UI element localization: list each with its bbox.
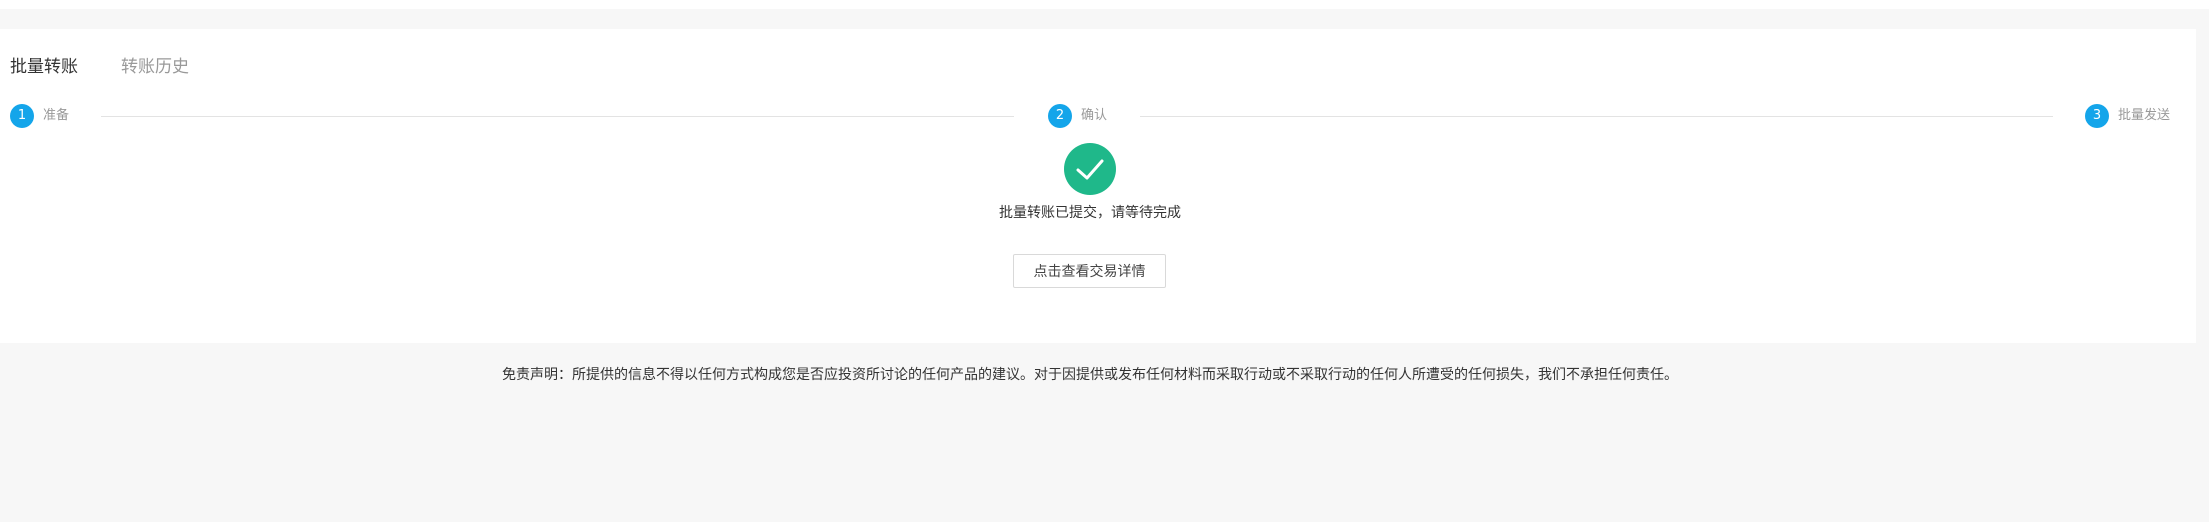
top-strip	[0, 0, 2209, 9]
success-message: 批量转账已提交，请等待完成	[999, 205, 1181, 221]
step-connector-2	[1140, 116, 2053, 117]
step-1-number: 1	[10, 104, 34, 128]
step-2-number: 2	[1048, 104, 1072, 128]
step-connector-1	[101, 116, 1014, 117]
step-1-label: 准备	[43, 108, 70, 123]
tab-transfer-history[interactable]: 转账历史	[121, 55, 189, 79]
tab-batch-transfer[interactable]: 批量转账	[10, 55, 78, 79]
step-2-label: 确认	[1081, 108, 1108, 123]
step-3-number: 3	[2085, 104, 2109, 128]
step-3-label: 批量发送	[2118, 108, 2171, 123]
disclaimer-text: 免责声明：所提供的信息不得以任何方式构成您是否应投资所讨论的任何产品的建议。对于…	[502, 367, 1678, 383]
check-circle-icon	[1064, 143, 1116, 195]
view-transaction-details-button[interactable]: 点击查看交易详情	[1013, 254, 1166, 288]
